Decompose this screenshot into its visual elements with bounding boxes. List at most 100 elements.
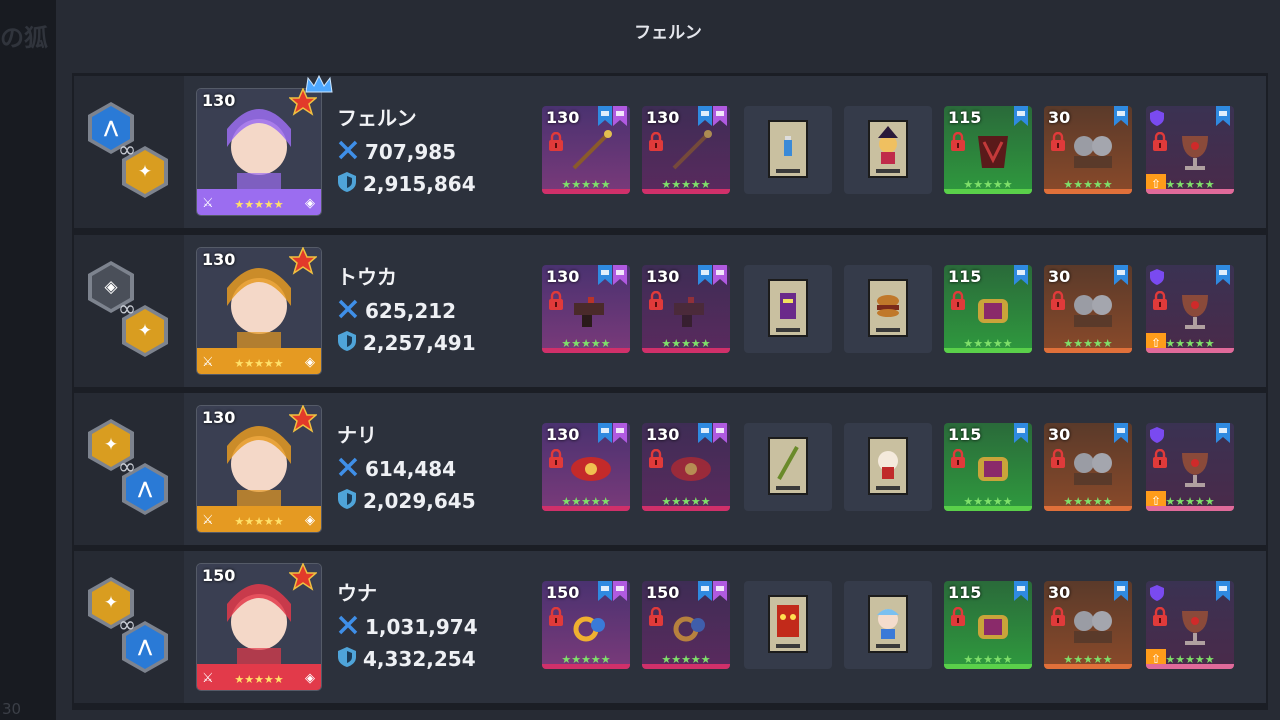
- bookmark-icon: [598, 423, 612, 443]
- purple-shield-icon: [1150, 585, 1164, 605]
- lock-icon[interactable]: [647, 606, 665, 627]
- swords-cross-icon: ⚔: [202, 671, 214, 686]
- equipment-slot-card[interactable]: [844, 581, 932, 669]
- demon-card-icon-art: [773, 601, 803, 641]
- equipment-slot-green[interactable]: 115 ★★★★★: [944, 581, 1032, 669]
- equipment-slot-relic[interactable]: ⇧ ★★★★★: [1146, 423, 1234, 511]
- lock-icon[interactable]: [949, 606, 967, 627]
- item-rarity-bar: [1044, 506, 1132, 511]
- crown-icon: [304, 74, 334, 94]
- lock-icon[interactable]: [647, 448, 665, 469]
- item-rarity-bar: [944, 664, 1032, 669]
- witch-card-icon: [868, 120, 908, 178]
- equipment-slot-relic[interactable]: ⇧ ★★★★★: [1146, 581, 1234, 669]
- bookmark-icon: [598, 581, 612, 601]
- bookmark-icon: [1114, 265, 1128, 285]
- hero-row[interactable]: ◈ ✦ ∞ 130 ★★★★★ ⚔ ◈ トウカ 625,212 2,257,491 130 ★★★★★…: [74, 235, 1266, 387]
- lock-icon[interactable]: [647, 290, 665, 311]
- hero-link-panel[interactable]: ✦ ⋀ ∞: [74, 393, 184, 545]
- bookmark-icon: [1014, 106, 1028, 126]
- staff-icon: [668, 130, 714, 172]
- equipment-slot-weapon[interactable]: 130 ★★★★★: [542, 265, 630, 353]
- purple-shield-icon: [1150, 110, 1164, 130]
- lock-icon[interactable]: [547, 448, 565, 469]
- girl-card-icon: [868, 595, 908, 653]
- chalice-icon: [1172, 130, 1218, 172]
- equipment-slot-weapon[interactable]: 130 ★★★★★: [642, 423, 730, 511]
- lock-icon[interactable]: [1151, 606, 1169, 627]
- chain-link-icon: ∞: [117, 455, 137, 480]
- gun-icon: [568, 289, 614, 331]
- spear-card-icon: [768, 437, 808, 495]
- attack-icon: [337, 139, 365, 166]
- lock-icon[interactable]: [1049, 606, 1067, 627]
- purple-shield-icon: [1150, 427, 1164, 447]
- card-nameplate: [776, 644, 800, 648]
- attack-value: 625,212: [365, 299, 457, 323]
- defense-stat: 2,029,645: [337, 488, 476, 513]
- equipment-slot-green[interactable]: 115 ★★★★★: [944, 423, 1032, 511]
- witch-card-icon-art: [873, 126, 903, 166]
- equipment-slot-weapon[interactable]: 150 ★★★★★: [542, 581, 630, 669]
- equipment-slot-green[interactable]: 115 ★★★★★: [944, 106, 1032, 194]
- item-rarity-bar: [1146, 348, 1234, 353]
- equipment-slot-weapon[interactable]: 130 ★★★★★: [642, 106, 730, 194]
- equipment-slot-card[interactable]: [844, 106, 932, 194]
- equipment-slot-weapon[interactable]: 150 ★★★★★: [642, 581, 730, 669]
- lock-icon[interactable]: [949, 290, 967, 311]
- potion-card-icon: [768, 120, 808, 178]
- lock-icon[interactable]: [1151, 448, 1169, 469]
- lock-icon[interactable]: [1049, 131, 1067, 152]
- lock-icon[interactable]: [547, 131, 565, 152]
- equipment-slot-green[interactable]: 115 ★★★★★: [944, 265, 1032, 353]
- item-rarity-bar: [642, 348, 730, 353]
- equipment-slot-relic[interactable]: ⇧ ★★★★★: [1146, 106, 1234, 194]
- hero-name: ウナ: [337, 581, 377, 605]
- item-level: 30: [1048, 583, 1071, 602]
- hero-row[interactable]: ✦ ⋀ ∞ 130 ★★★★★ ⚔ ◈ ナリ 614,484 2,029,645 130 ★★★★★ 1…: [74, 393, 1266, 545]
- hero-link-panel[interactable]: ◈ ✦ ∞: [74, 235, 184, 387]
- background-text: の狐: [0, 24, 48, 52]
- hero-row[interactable]: ⋀ ✦ ∞ 130 ★★★★★ ⚔ ◈ フェルン 707,985 2,915,864 130 ★★★★…: [74, 74, 1266, 228]
- attack-stat: 707,985: [337, 139, 456, 166]
- equipment-slot-card[interactable]: [744, 106, 832, 194]
- lock-icon[interactable]: [647, 131, 665, 152]
- equipment-slot-weapon[interactable]: 130 ★★★★★: [642, 265, 730, 353]
- lock-icon[interactable]: [1151, 290, 1169, 311]
- lock-icon[interactable]: [1049, 290, 1067, 311]
- knight-card-icon-art: [773, 285, 803, 325]
- item-rarity-bar: [542, 189, 630, 194]
- lock-icon[interactable]: [1049, 448, 1067, 469]
- card-nameplate: [876, 169, 900, 173]
- equipment-slot-orange[interactable]: 30 ★★★★★: [1044, 581, 1132, 669]
- equipment-slot-orange[interactable]: 30 ★★★★★: [1044, 106, 1132, 194]
- equipment-slot-card[interactable]: [844, 265, 932, 353]
- crab-icon: [668, 447, 714, 489]
- lock-icon[interactable]: [1151, 131, 1169, 152]
- card-nameplate: [776, 169, 800, 173]
- lock-icon[interactable]: [949, 448, 967, 469]
- lock-icon[interactable]: [547, 606, 565, 627]
- hero-link-panel[interactable]: ✦ ⋀ ∞: [74, 551, 184, 703]
- equipment-slot-card[interactable]: [744, 265, 832, 353]
- hero-stars: ★★★★★: [234, 357, 284, 370]
- equipment-slot-orange[interactable]: 30 ★★★★★: [1044, 265, 1132, 353]
- lock-icon[interactable]: [547, 290, 565, 311]
- hero-link-panel[interactable]: ⋀ ✦ ∞: [74, 76, 184, 228]
- lock-icon[interactable]: [949, 131, 967, 152]
- hero-level: 130: [202, 250, 236, 269]
- equipment-slot-orange[interactable]: 30 ★★★★★: [1044, 423, 1132, 511]
- bookmark-icon: [1114, 581, 1128, 601]
- equipment-slot-weapon[interactable]: 130 ★★★★★: [542, 106, 630, 194]
- equipment-slot-card[interactable]: [744, 423, 832, 511]
- element-badge-icon: [287, 562, 319, 591]
- equipment-slot-weapon[interactable]: 130 ★★★★★: [542, 423, 630, 511]
- diamond-icon: ◈: [305, 671, 315, 686]
- hero-row[interactable]: ✦ ⋀ ∞ 150 ★★★★★ ⚔ ◈ ウナ 1,031,974 4,332,254 150 ★★★★…: [74, 551, 1266, 703]
- equipment-slot-card[interactable]: [744, 581, 832, 669]
- chalice-icon: [1172, 605, 1218, 647]
- spear-card-icon-art: [773, 443, 803, 483]
- equipment-slot-card[interactable]: [844, 423, 932, 511]
- chain-link-icon: ∞: [117, 297, 137, 322]
- equipment-slot-relic[interactable]: ⇧ ★★★★★: [1146, 265, 1234, 353]
